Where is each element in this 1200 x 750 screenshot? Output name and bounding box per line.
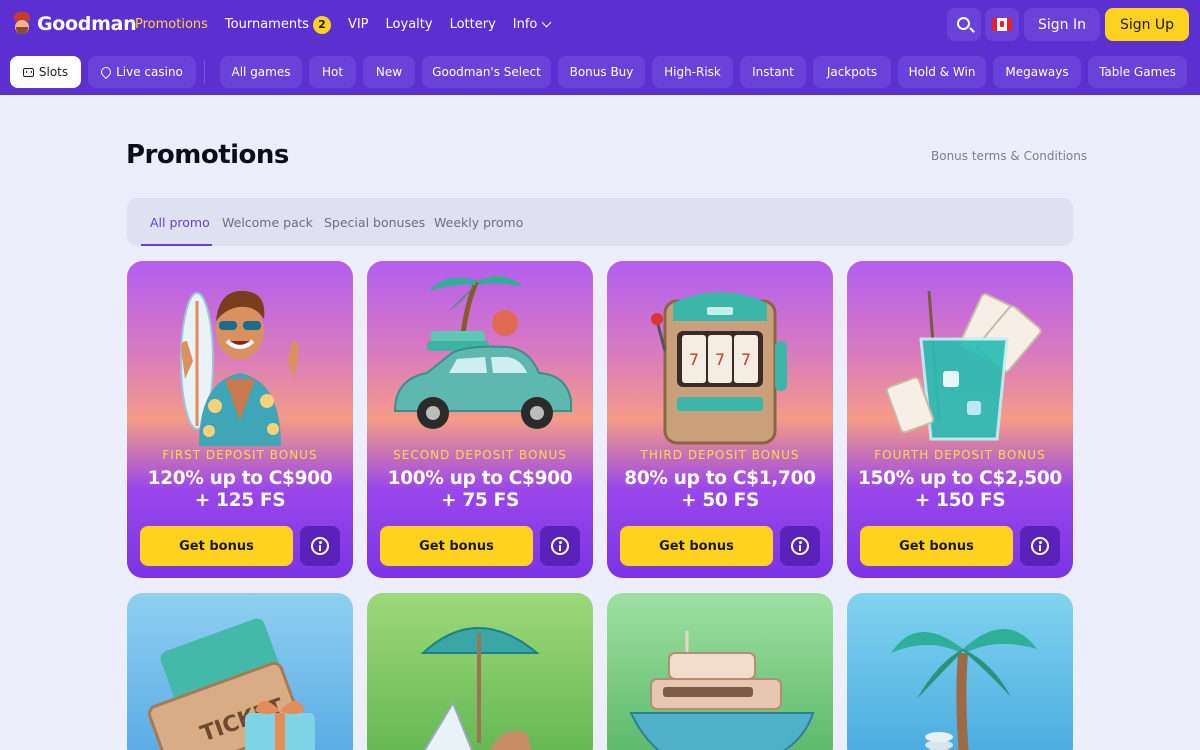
promo-kicker: SECOND DEPOSIT BONUS (393, 448, 567, 462)
info-icon (791, 537, 809, 555)
goodman-mascot-icon (11, 12, 33, 36)
vacation-car-illustration (393, 276, 572, 429)
nav-vip[interactable]: VIP (348, 17, 369, 32)
promo-card-palm[interactable] (847, 593, 1073, 750)
nav-lottery[interactable]: Lottery (450, 17, 496, 32)
promo-offer: 150% up to C$2,500 + 150 FS (857, 468, 1062, 511)
surfer-man-illustration (180, 290, 299, 446)
nav-info-dropdown[interactable]: Info (512, 17, 552, 32)
promo-kicker: FOURTH DEPOSIT BONUS (874, 448, 1046, 462)
brand-logo[interactable]: Goodman (11, 12, 137, 36)
filter-high-risk[interactable]: High-Risk (652, 56, 733, 88)
promo-info-button[interactable] (300, 526, 340, 566)
promo-offer: 120% up to C$900 + 125 FS (147, 468, 333, 511)
filter-jackpots[interactable]: Jackpots (813, 56, 891, 88)
promo-kicker: THIRD DEPOSIT BONUS (640, 448, 800, 462)
promo-card-beach[interactable] (367, 593, 593, 750)
promo-info-button[interactable] (540, 526, 580, 566)
filter-new[interactable]: New (363, 56, 415, 88)
promo-card-ticket[interactable]: TICKET (127, 593, 353, 750)
promo-info-button[interactable] (780, 526, 820, 566)
category-live-casino-label: Live casino (116, 65, 183, 79)
canada-flag-icon (992, 18, 1012, 31)
nav-tournaments[interactable]: Tournaments 2 (224, 15, 331, 34)
filter-goodmans-select[interactable]: Goodman's Select (422, 56, 551, 88)
svg-text:7: 7 (689, 350, 699, 369)
promo-offer: 80% up to C$1,700 + 50 FS (624, 468, 816, 511)
primary-nav: Promotions Tournaments 2 VIP Loyalty Lott… (135, 0, 567, 49)
search-icon (956, 17, 970, 30)
slot-machine-illustration: 7 7 7 (651, 292, 787, 445)
language-button[interactable] (985, 8, 1019, 41)
promo-card-first-deposit: FIRST DEPOSIT BONUS 120% up to C$900 + 1… (127, 261, 353, 578)
active-tab-indicator (141, 244, 212, 246)
category-slots[interactable]: Slots (10, 56, 81, 88)
palm-coins-illustration (891, 629, 1037, 750)
promo-card-third-deposit: 7 7 7 THIRD DEPOSIT BONUS 80% up to C$1,… (607, 261, 833, 578)
promo-info-button[interactable] (1020, 526, 1060, 566)
club-icon (99, 64, 114, 80)
get-bonus-button[interactable]: Get bonus (140, 526, 293, 566)
nav-tournaments-label: Tournaments (224, 17, 309, 32)
svg-text:7: 7 (715, 350, 725, 369)
chevron-down-icon (541, 17, 552, 28)
filter-table-games[interactable]: Table Games (1088, 56, 1187, 88)
filter-instant[interactable]: Instant (740, 56, 806, 88)
promo-kicker: FIRST DEPOSIT BONUS (162, 448, 318, 462)
sign-up-button[interactable]: Sign Up (1105, 8, 1189, 41)
site-header: Goodman Promotions Tournaments 2 VIP Loya… (0, 0, 1200, 95)
category-divider (204, 60, 205, 84)
promo-offer: 100% up to C$900 + 75 FS (387, 468, 573, 511)
tab-welcome-pack[interactable]: Welcome pack (222, 198, 313, 246)
tab-special-bonuses[interactable]: Special bonuses (324, 198, 425, 246)
category-live-casino[interactable]: Live casino (88, 56, 196, 88)
info-icon (551, 537, 569, 555)
brand-name: Goodman (37, 13, 137, 35)
cocktail-cards-illustration (885, 290, 1042, 441)
nav-loyalty[interactable]: Loyalty (386, 17, 433, 32)
promo-tabs: All promo Welcome pack Special bonuses W… (127, 198, 1073, 246)
promo-card-second-deposit: SECOND DEPOSIT BONUS 100% up to C$900 + … (367, 261, 593, 578)
info-icon (311, 537, 329, 555)
nav-vip-label: VIP (347, 17, 369, 32)
sign-in-button[interactable]: Sign In (1024, 8, 1100, 41)
tab-all-promo[interactable]: All promo (150, 198, 210, 246)
search-button[interactable] (947, 8, 981, 41)
promo-card-fourth-deposit: FOURTH DEPOSIT BONUS 150% up to C$2,500 … (847, 261, 1073, 578)
svg-text:7: 7 (741, 350, 751, 369)
get-bonus-button[interactable]: Get bonus (860, 526, 1013, 566)
filter-megaways[interactable]: Megaways (993, 56, 1081, 88)
tournaments-count-badge: 2 (312, 15, 331, 34)
nav-loyalty-label: Loyalty (385, 17, 433, 32)
page-title: Promotions (126, 140, 289, 170)
main-navbar: Goodman Promotions Tournaments 2 VIP Loya… (0, 0, 1200, 49)
beach-umbrella-illustration (420, 627, 540, 750)
bonus-terms-link[interactable]: Bonus terms & Conditions (931, 149, 1087, 163)
info-icon (1031, 537, 1049, 555)
nav-info-label: Info (512, 17, 538, 32)
nav-promotions[interactable]: Promotions (135, 17, 208, 32)
category-slots-label: Slots (38, 65, 69, 79)
get-bonus-button[interactable]: Get bonus (380, 526, 533, 566)
nav-promotions-label: Promotions (135, 17, 208, 32)
ticket-gift-illustration: TICKET (148, 618, 315, 750)
yacht-illustration (629, 631, 815, 750)
filter-hot[interactable]: Hot (309, 56, 356, 88)
filter-hold-and-win[interactable]: Hold & Win (898, 56, 986, 88)
promo-card-yacht[interactable] (607, 593, 833, 750)
filter-all-games[interactable]: All games (220, 56, 302, 88)
tab-weekly-promo[interactable]: Weekly promo (434, 198, 523, 246)
nav-lottery-label: Lottery (449, 17, 496, 32)
get-bonus-button[interactable]: Get bonus (620, 526, 773, 566)
slot-machine-icon (22, 67, 34, 77)
filter-bonus-buy[interactable]: Bonus Buy (558, 56, 645, 88)
